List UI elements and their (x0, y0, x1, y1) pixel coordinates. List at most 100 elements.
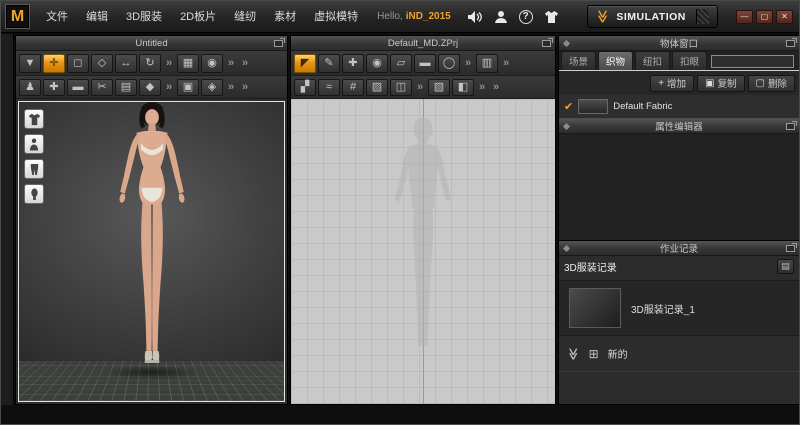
add-fabric-button[interactable]: +增加 (650, 75, 694, 92)
avatar-edit-tool[interactable]: ♟ (19, 79, 41, 96)
menu-material[interactable]: 素材 (265, 1, 305, 33)
history-item[interactable]: 3D服装记录_1 (559, 280, 799, 336)
display-toggle-garment[interactable] (24, 109, 44, 129)
collapse-chevron-icon[interactable]: ≫ (567, 347, 579, 360)
app-window: M 文件编辑3D服装2D板片缝纫素材虚拟模特 Hello,iND_2015 ? … (0, 0, 800, 425)
edit-curvature-tool[interactable]: ◉ (366, 54, 388, 73)
volume-icon[interactable] (467, 10, 483, 24)
minimize-button[interactable]: — (736, 10, 753, 24)
toolbar-overflow-chevron[interactable]: » (225, 79, 237, 96)
fold-arrangement-tool[interactable]: ◫ (390, 79, 412, 96)
pin-tool[interactable]: ◉ (201, 54, 223, 73)
polygon-tool[interactable]: ▱ (390, 54, 412, 73)
popout-icon[interactable] (786, 245, 795, 252)
tab-button[interactable]: 纽扣 (635, 51, 670, 70)
viewport-2d-title: Default_MD.ZPrj (388, 38, 458, 49)
action-label: 删除 (768, 76, 787, 90)
display-toggle-bottoms[interactable] (24, 159, 44, 179)
delete-fabric-button[interactable]: ▢删除 (748, 75, 795, 92)
garment-icon[interactable] (544, 10, 559, 24)
select-move-tool[interactable]: ✛ (43, 54, 65, 73)
toolbar-overflow-chevron[interactable]: » (476, 79, 488, 96)
layers-tool[interactable]: ▤ (115, 79, 137, 96)
menu-file[interactable]: 文件 (37, 1, 77, 33)
new-record-label[interactable]: 新的 (608, 346, 628, 361)
collapse-marker-icon[interactable] (563, 40, 570, 47)
menu-3d-garment[interactable]: 3D服装 (117, 1, 171, 33)
viewport-3d-titlebar[interactable]: Untitled (16, 36, 287, 51)
toolbar-overflow-chevron[interactable]: » (225, 54, 237, 73)
tab-scene[interactable]: 场景 (561, 51, 596, 70)
circle-tool[interactable]: ◯ (438, 54, 460, 73)
help-icon[interactable]: ? (519, 10, 533, 24)
show-grid-button[interactable]: ▦ (177, 54, 199, 73)
gizmo-mode-button[interactable]: ▼ (19, 54, 41, 73)
library-collapsed-tab[interactable] (1, 34, 14, 405)
close-button[interactable]: ✕ (776, 10, 793, 24)
stitch-display-tool[interactable]: ◆ (139, 79, 161, 96)
collapse-marker-icon[interactable] (563, 123, 570, 130)
render-style-tool[interactable]: ◈ (201, 79, 223, 96)
add-record-icon[interactable]: ⊞ (589, 348, 599, 360)
avatar-model (91, 101, 211, 387)
user-account-icon[interactable] (494, 10, 508, 24)
history-title: 作业记录 (660, 241, 698, 255)
topstitch-tool[interactable]: ▧ (428, 79, 450, 96)
display-toggle-head[interactable] (24, 184, 44, 204)
object-window-header[interactable]: 物体窗口 (559, 36, 799, 51)
tab-fabric[interactable]: 织物 (598, 51, 633, 70)
tape-tool[interactable]: ▬ (67, 79, 89, 96)
toolbar-overflow-chevron[interactable]: » (163, 54, 175, 73)
history-options-button[interactable]: ▤ (777, 259, 794, 274)
maximize-button[interactable]: ▢ (756, 10, 773, 24)
toolbar-overflow-chevron[interactable]: » (239, 79, 251, 96)
viewport-3d-canvas[interactable] (18, 101, 285, 402)
toolbar-overflow-chevron[interactable]: » (163, 79, 175, 96)
rectangle-tool[interactable]: ▬ (414, 54, 436, 73)
translate-tool[interactable]: ↔ (115, 54, 137, 73)
scissors-tool[interactable]: ✂ (91, 79, 113, 96)
action-icon: ▢ (756, 78, 765, 89)
toolbar-overflow-chevron[interactable]: » (490, 79, 502, 96)
rectangle-select-tool[interactable]: ◻ (67, 54, 89, 73)
simulation-button[interactable]: ≫ SIMULATION (587, 5, 718, 28)
popout-icon[interactable] (274, 40, 283, 47)
property-editor-header[interactable]: 属性编辑器 (559, 119, 799, 134)
grading-tool[interactable]: # (342, 79, 364, 96)
free-sewing-tool[interactable]: ≈ (318, 79, 340, 96)
popout-icon[interactable] (786, 123, 795, 130)
copy-fabric-button[interactable]: ▣复制 (697, 75, 744, 92)
lasso-select-tool[interactable]: ◇ (91, 54, 113, 73)
popout-icon[interactable] (786, 40, 795, 47)
popout-icon[interactable] (542, 40, 551, 47)
texture-display-tool[interactable]: ▣ (177, 79, 199, 96)
app-logo[interactable]: M (5, 4, 30, 29)
menu-sewing[interactable]: 缝纫 (225, 1, 265, 33)
menu-2d-pattern[interactable]: 2D板片 (171, 1, 225, 33)
add-point-tool[interactable]: ✚ (342, 54, 364, 73)
segment-sewing-tool[interactable]: ▞ (294, 79, 316, 96)
toolbar-overflow-chevron[interactable]: » (239, 54, 251, 73)
fabric-list-item[interactable]: ✔ Default Fabric (559, 95, 799, 119)
shading-tool[interactable]: ◧ (452, 79, 474, 96)
toolbar-overflow-chevron[interactable]: » (500, 54, 512, 73)
dart-tool[interactable]: ▥ (476, 54, 498, 73)
texture-tool[interactable]: ▨ (366, 79, 388, 96)
viewport-2d-canvas[interactable] (291, 99, 555, 404)
rotate-tool[interactable]: ↻ (139, 54, 161, 73)
menu-edit[interactable]: 编辑 (77, 1, 117, 33)
toolbar-overflow-chevron[interactable]: » (462, 54, 474, 73)
object-filter-input[interactable] (711, 55, 794, 68)
pattern-avatar-silhouette (368, 111, 478, 379)
viewport-2d-titlebar[interactable]: Default_MD.ZPrj (291, 36, 555, 51)
display-toggle-avatar[interactable] (24, 134, 44, 154)
collapse-marker-icon[interactable] (563, 245, 570, 252)
add-pin-tool[interactable]: ✚ (43, 79, 65, 96)
tab-buttonhole[interactable]: 扣眼 (672, 51, 707, 70)
tab-label: 场景 (569, 57, 588, 68)
menu-avatar[interactable]: 虚拟模特 (305, 1, 367, 33)
edit-pattern-tool[interactable]: ✎ (318, 54, 340, 73)
history-header[interactable]: 作业记录 (559, 241, 799, 256)
transform-pattern-tool[interactable]: ◤ (294, 54, 316, 73)
toolbar-overflow-chevron[interactable]: » (414, 79, 426, 96)
